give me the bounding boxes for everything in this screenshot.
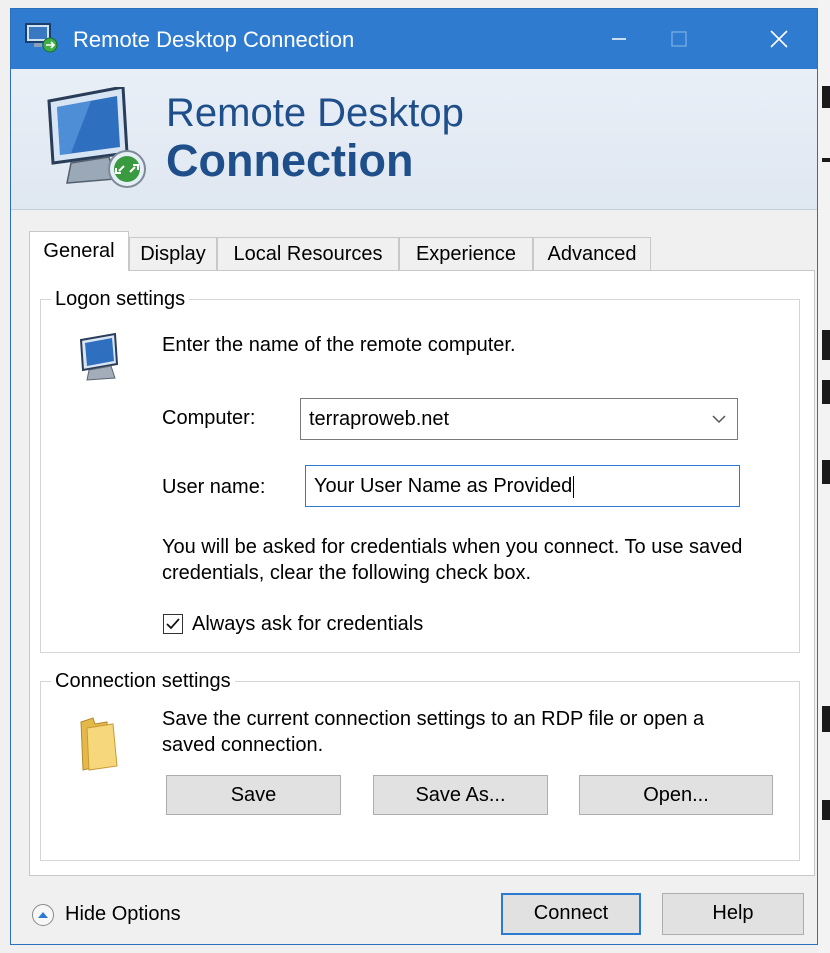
background-mark bbox=[822, 460, 830, 484]
logon-settings-legend: Logon settings bbox=[51, 288, 190, 311]
connect-button[interactable]: Connect bbox=[501, 893, 641, 935]
computer-monitor-icon bbox=[47, 87, 146, 188]
hide-options-icon[interactable] bbox=[31, 903, 55, 927]
chevron-down-icon[interactable] bbox=[711, 411, 727, 427]
computer-value: terraproweb.net bbox=[309, 408, 450, 430]
banner-title-line2: Connection bbox=[166, 135, 414, 186]
tab-experience[interactable]: Experience bbox=[399, 237, 533, 270]
text-caret bbox=[573, 475, 575, 498]
credentials-info-text: You will be asked for credentials when y… bbox=[162, 536, 743, 584]
computer-label: Computer: bbox=[162, 407, 256, 429]
save-as-button[interactable]: Save As... bbox=[373, 775, 548, 815]
background-mark bbox=[822, 380, 830, 404]
help-button[interactable]: Help bbox=[662, 893, 804, 935]
banner-title-line1: Remote Desktop bbox=[166, 91, 464, 135]
connection-settings-legend: Connection settings bbox=[51, 670, 235, 693]
banner: Remote Desktop Connection bbox=[11, 69, 817, 210]
logon-intro-text: Enter the name of the remote computer. bbox=[162, 334, 516, 356]
folder-icon bbox=[80, 717, 118, 771]
background-mark bbox=[822, 330, 830, 360]
background-mark bbox=[822, 706, 830, 732]
save-button[interactable]: Save bbox=[166, 775, 341, 815]
checkmark-icon bbox=[166, 618, 180, 630]
tab-display[interactable]: Display bbox=[129, 237, 217, 270]
connection-info-text: Save the current connection settings to … bbox=[162, 708, 705, 756]
username-label: User name: bbox=[162, 476, 266, 498]
username-value: Your User Name as Provided bbox=[314, 475, 573, 497]
general-tab-panel: Logon settings Enter the name of the rem… bbox=[29, 270, 815, 876]
open-button[interactable]: Open... bbox=[579, 775, 773, 815]
close-icon bbox=[770, 30, 788, 48]
background-mark bbox=[822, 86, 830, 108]
tab-local-resources[interactable]: Local Resources bbox=[217, 237, 399, 270]
background-mark bbox=[822, 158, 830, 162]
maximize-icon bbox=[671, 31, 687, 47]
minimize-button[interactable] bbox=[591, 9, 647, 69]
background-mark bbox=[822, 800, 830, 820]
logon-settings-group: Logon settings Enter the name of the rem… bbox=[40, 288, 800, 653]
always-ask-checkbox[interactable] bbox=[163, 614, 183, 634]
tab-general[interactable]: General bbox=[29, 231, 129, 271]
computer-icon bbox=[79, 332, 119, 381]
window-title: Remote Desktop Connection bbox=[73, 27, 355, 52]
connection-settings-group: Connection settings Save the current con… bbox=[40, 670, 800, 861]
hide-options-label[interactable]: Hide Options bbox=[65, 903, 181, 926]
rdp-window: Remote Desktop Connection Remote Desktop… bbox=[10, 8, 818, 945]
minimize-icon bbox=[612, 38, 626, 40]
remote-desktop-icon bbox=[25, 23, 58, 53]
tab-advanced[interactable]: Advanced bbox=[533, 237, 651, 270]
maximize-button bbox=[651, 9, 707, 69]
close-button[interactable] bbox=[751, 9, 807, 69]
always-ask-label[interactable]: Always ask for credentials bbox=[192, 613, 423, 636]
computer-combobox[interactable]: terraproweb.net bbox=[300, 398, 738, 440]
username-input[interactable]: Your User Name as Provided bbox=[305, 465, 740, 507]
title-bar[interactable]: Remote Desktop Connection bbox=[11, 9, 817, 69]
